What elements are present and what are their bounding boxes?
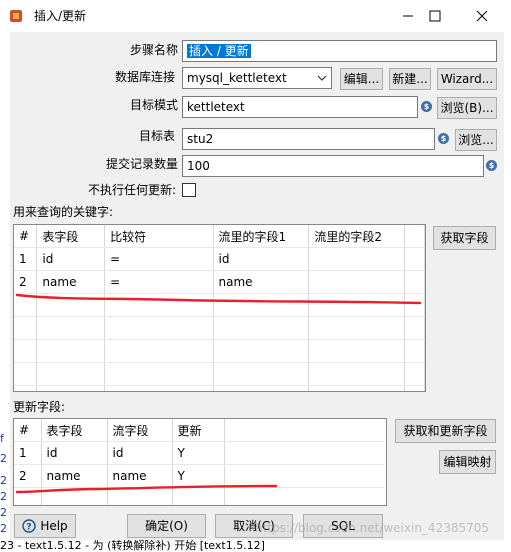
help-label: Help xyxy=(40,519,68,533)
help-button[interactable]: ? Help xyxy=(14,514,76,538)
ok-button[interactable]: 确定(O) xyxy=(127,514,206,538)
svg-text:?: ? xyxy=(27,523,32,533)
help-icon: ? xyxy=(22,519,37,533)
red-underline-annotation xyxy=(15,293,422,494)
watermark: https://blog.csdn.net/weixin_42385705 xyxy=(255,521,490,535)
